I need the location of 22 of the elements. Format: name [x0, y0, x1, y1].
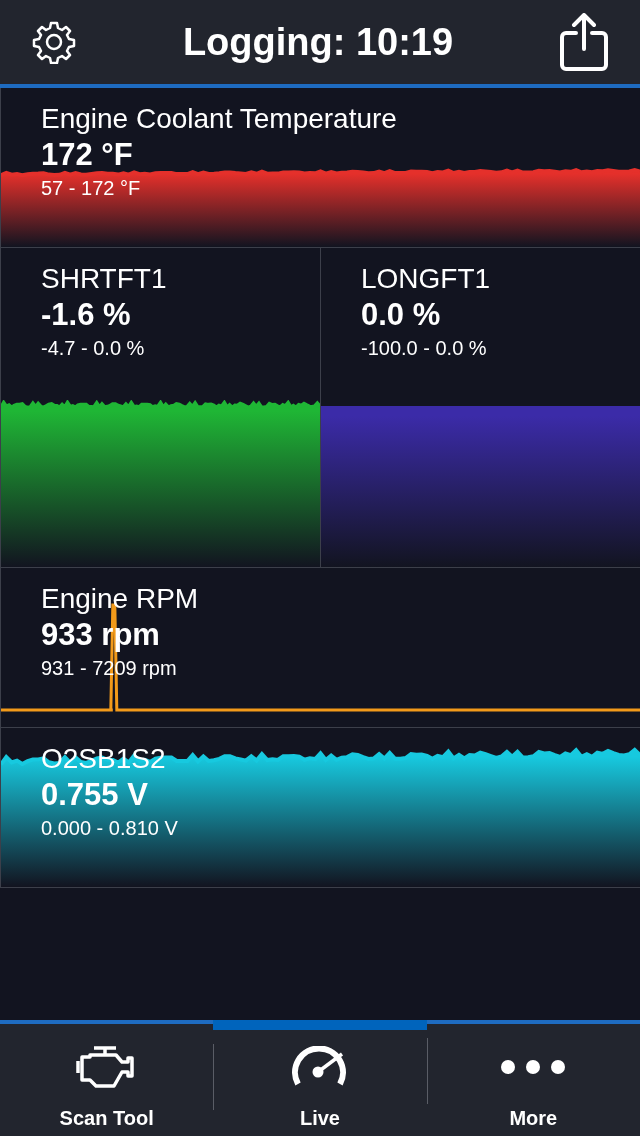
gauge-value: 0.755 V: [41, 776, 148, 814]
gauge-tile[interactable]: Engine Coolant Temperature 172 °F 57 - 172 °F: [0, 88, 640, 248]
gauge-range: 57 - 172 °F: [41, 176, 141, 201]
gauge-range: -4.7 - 0.0 %: [41, 336, 145, 361]
more-icon: [500, 1059, 567, 1075]
share-icon[interactable]: [560, 13, 608, 71]
gauge-range: -100.0 - 0.0 %: [361, 336, 487, 361]
gauge-value: -1.6 %: [41, 296, 131, 334]
tab[interactable]: More: [426, 1024, 640, 1136]
speedometer-icon: [292, 1046, 348, 1088]
header-title: Logging: 10:19: [182, 20, 454, 64]
gauge-value: 172 °F: [41, 136, 133, 174]
gauge-range: 0.000 - 0.810 V: [41, 816, 178, 841]
tab[interactable]: Scan Tool: [0, 1024, 214, 1136]
gauge-name: LONGFT1: [361, 262, 491, 296]
gauge-name: SHRTFT1: [41, 262, 167, 296]
settings-icon[interactable]: [32, 20, 76, 64]
gauge-tile[interactable]: SHRTFT1 -1.6 % -4.7 - 0.0 %: [0, 248, 321, 568]
gauge-name: Engine RPM: [41, 582, 199, 616]
gauge-name: Engine Coolant Temperature: [41, 102, 397, 136]
gauge-value: 0.0 %: [361, 296, 441, 334]
tab[interactable]: Live: [213, 1020, 427, 1136]
